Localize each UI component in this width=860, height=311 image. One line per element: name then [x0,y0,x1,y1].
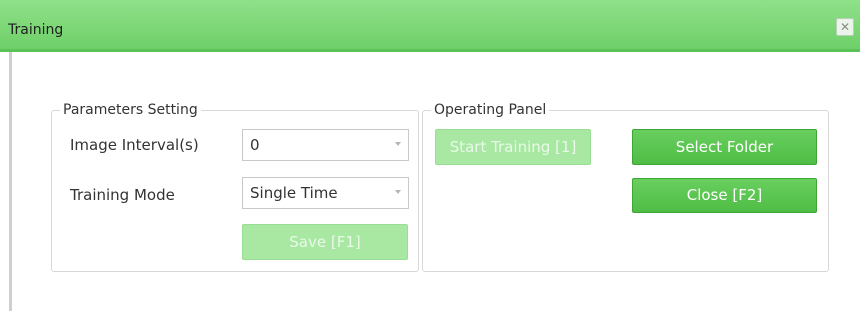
chevron-down-icon [395,142,401,146]
chevron-down-icon [395,190,401,194]
training-dialog: Training ✕ Parameters Setting Image Inte… [0,0,860,311]
select-folder-button[interactable]: Select Folder [632,129,817,165]
start-training-button[interactable]: Start Training [1] [435,129,591,165]
training-mode-label: Training Mode [70,186,175,204]
save-button[interactable]: Save [F1] [242,224,408,260]
close-button[interactable]: Close [F2] [632,178,817,213]
image-interval-label: Image Interval(s) [70,136,199,154]
parameters-setting-group: Parameters Setting Image Interval(s) 0 T… [51,100,419,272]
operating-panel-legend: Operating Panel [431,100,550,120]
image-interval-select[interactable]: 0 [242,129,409,161]
title-bar[interactable]: Training ✕ [0,0,860,52]
parameters-setting-legend: Parameters Setting [60,100,201,120]
close-icon[interactable]: ✕ [836,18,854,36]
training-mode-value: Single Time [250,184,338,202]
image-interval-value: 0 [250,136,260,154]
operating-panel-group: Operating Panel Start Training [1] Selec… [422,100,829,272]
training-mode-select[interactable]: Single Time [242,177,409,209]
window-title: Training [8,22,64,38]
window-left-border [9,52,12,311]
